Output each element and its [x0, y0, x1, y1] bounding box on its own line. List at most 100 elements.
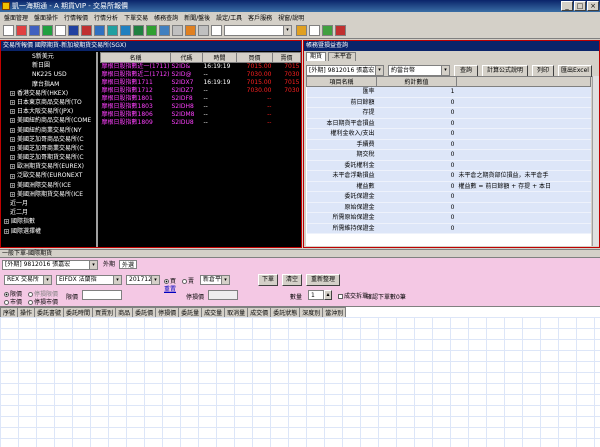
alert-icon[interactable]	[185, 25, 196, 36]
submit-order-button[interactable]: 下單	[258, 274, 278, 286]
grid-col-header[interactable]: 序號	[0, 307, 19, 318]
grid-col-header[interactable]: 委託時間	[63, 307, 94, 318]
folder-icon[interactable]	[296, 25, 307, 36]
tree-item[interactable]: 近一月	[2, 199, 96, 208]
grid-col-header[interactable]: 委託價	[132, 307, 157, 318]
account-select[interactable]: [外期] 9812016 張嘉宏 ▾	[306, 65, 384, 76]
currency-select[interactable]: 約當台幣 ▾	[388, 65, 450, 76]
green-icon[interactable]	[322, 25, 333, 36]
grid-col-header[interactable]: 委託量	[178, 307, 203, 318]
grid-icon[interactable]	[172, 25, 183, 36]
exchange-select[interactable]: REX 交易所 ▾	[4, 275, 52, 285]
tab-open-position[interactable]: .未平倉	[328, 52, 356, 61]
menu-item-panel-manage[interactable]: 盤面管理	[4, 13, 28, 22]
cancel-on-trade-checkbox[interactable]: 成交拆單	[338, 291, 368, 300]
expand-icon[interactable]: +	[10, 136, 15, 142]
tab-futures[interactable]: 期貨	[306, 52, 327, 61]
account-row[interactable]: 原始保證金 0	[306, 202, 591, 213]
t-icon[interactable]	[133, 25, 144, 36]
menu-item-settings[interactable]: 設定/工具	[216, 13, 242, 22]
expand-icon[interactable]: +	[10, 164, 15, 170]
report-icon[interactable]	[81, 25, 92, 36]
quote-row[interactable]: 摩根日股指數1712 S2IDZ7 -- 7030.00 7030	[101, 87, 301, 95]
quote-row[interactable]: 摩根日股指數1806 S2IDM8 -- --	[101, 111, 301, 119]
grid-col-header[interactable]: 委託狀態	[270, 307, 301, 318]
menu-item-panel-ops[interactable]: 盤面操作	[34, 13, 58, 22]
expand-icon[interactable]: +	[10, 182, 15, 188]
qty-input[interactable]: 1	[308, 290, 324, 300]
tree-item[interactable]: 摩台指AM	[2, 80, 96, 89]
symbol-search-input[interactable]: ▾	[224, 25, 292, 36]
limit-price-input[interactable]	[82, 290, 122, 300]
grid-col-header[interactable]: 停損價	[155, 307, 180, 318]
tab-foreign-futures[interactable]: 外期	[101, 260, 117, 269]
tree-item[interactable]: 近二月	[2, 208, 96, 217]
side-sell-radio[interactable]: 賣	[182, 276, 194, 285]
expand-icon[interactable]: +	[10, 100, 15, 106]
grid-col-header[interactable]: 取消量	[224, 307, 249, 318]
qty-stepper[interactable]: ▴	[324, 290, 332, 300]
col-time[interactable]: 時間	[201, 52, 237, 63]
grid-col-header[interactable]: 成交量	[201, 307, 226, 318]
red-icon[interactable]	[335, 25, 346, 36]
expand-icon[interactable]: +	[10, 127, 15, 133]
order-icon[interactable]	[42, 25, 53, 36]
expand-icon[interactable]: +	[10, 90, 15, 96]
menu-item-quotes[interactable]: 行情報價	[64, 13, 88, 22]
s-icon[interactable]	[120, 25, 131, 36]
tree-item[interactable]: + 美國紐約商業交易所(NY	[2, 126, 96, 135]
order-account-select[interactable]: [外期] 9812016 張嘉宏 ▾	[2, 260, 98, 270]
account-row[interactable]: 期交稅 0	[306, 149, 591, 161]
print-icon[interactable]	[198, 25, 209, 36]
expand-icon[interactable]: +	[4, 219, 9, 225]
grid-col-header[interactable]: 買賣別	[92, 307, 117, 318]
tree-item[interactable]: + 香港交易所(HKEX)	[2, 89, 96, 98]
expand-icon[interactable]: +	[10, 173, 15, 179]
chart-icon[interactable]	[29, 25, 40, 36]
grid-col-header[interactable]: 操作	[17, 307, 36, 318]
col-buy[interactable]: 買價	[235, 52, 273, 63]
clear-button[interactable]: 清空	[282, 274, 302, 286]
menu-item-service[interactable]: 客戶服務	[248, 13, 272, 22]
expand-icon[interactable]: +	[10, 145, 15, 151]
account-row[interactable]: 手續費 0	[306, 139, 591, 150]
search-icon[interactable]	[211, 25, 222, 36]
tree-item[interactable]: + 日本東京商品交易所(TO	[2, 98, 96, 107]
close-button[interactable]: ×	[587, 1, 599, 11]
tree-item[interactable]: + 日本大阪交易所(JPX)	[2, 107, 96, 116]
tab-foreign-options[interactable]: 外選	[119, 260, 138, 269]
quote-icon[interactable]	[16, 25, 27, 36]
col-code[interactable]: 代碼	[169, 52, 203, 63]
account-scrollbar[interactable]	[592, 76, 599, 246]
grid-col-header[interactable]: 商品	[115, 307, 134, 318]
home-icon[interactable]	[3, 25, 14, 36]
product-select[interactable]: EIFDX 法蘭指 ▾	[56, 275, 122, 285]
account-row[interactable]: 委託權利金 0	[306, 160, 591, 171]
futures-icon[interactable]	[94, 25, 105, 36]
tree-item[interactable]: + 國際指數	[2, 217, 96, 226]
menu-item-trade[interactable]: 下單交易	[124, 13, 148, 22]
account-row[interactable]: 權益數 0 權益數 = 前日餘額 + 存提 + 本日	[306, 181, 591, 192]
tree-item[interactable]: S新美元	[2, 52, 96, 61]
tree-item[interactable]: + 美國洲際交易所(ICE	[2, 181, 96, 190]
reset-link[interactable]: 重置	[164, 284, 176, 293]
help-icon[interactable]	[309, 25, 320, 36]
expand-icon[interactable]: +	[4, 228, 9, 234]
account-row[interactable]: 所需維持保證金 0	[306, 223, 591, 234]
grid-col-header[interactable]: 深度別	[299, 307, 324, 318]
quote-row[interactable]: 摩根日股指數近二(1712) S2ID@ -- 7030.00 7030	[101, 71, 301, 79]
menu-item-window[interactable]: 視窗/說明	[278, 13, 304, 22]
minimize-button[interactable]: _	[561, 1, 573, 11]
x-icon[interactable]	[146, 25, 157, 36]
option-icon[interactable]	[107, 25, 118, 36]
w-icon[interactable]	[159, 25, 170, 36]
expand-icon[interactable]: +	[10, 118, 15, 124]
tree-item[interactable]: + 美國芝加哥期貨交易所(C	[2, 153, 96, 162]
quote-row[interactable]: 摩根日股指數1711 S2IDX7 16:19:19 7015.00 7015	[101, 79, 301, 87]
market-radio[interactable]: 市價	[4, 297, 22, 306]
menu-item-analysis[interactable]: 行情分析	[94, 13, 118, 22]
account-row[interactable]: 委託保證金 0	[306, 191, 591, 203]
news-icon[interactable]	[55, 25, 66, 36]
tree-item[interactable]: + 美國芝加哥商品交易所(C	[2, 135, 96, 144]
tree-item[interactable]: + 歐洲期貨交易所(EUREX)	[2, 162, 96, 171]
